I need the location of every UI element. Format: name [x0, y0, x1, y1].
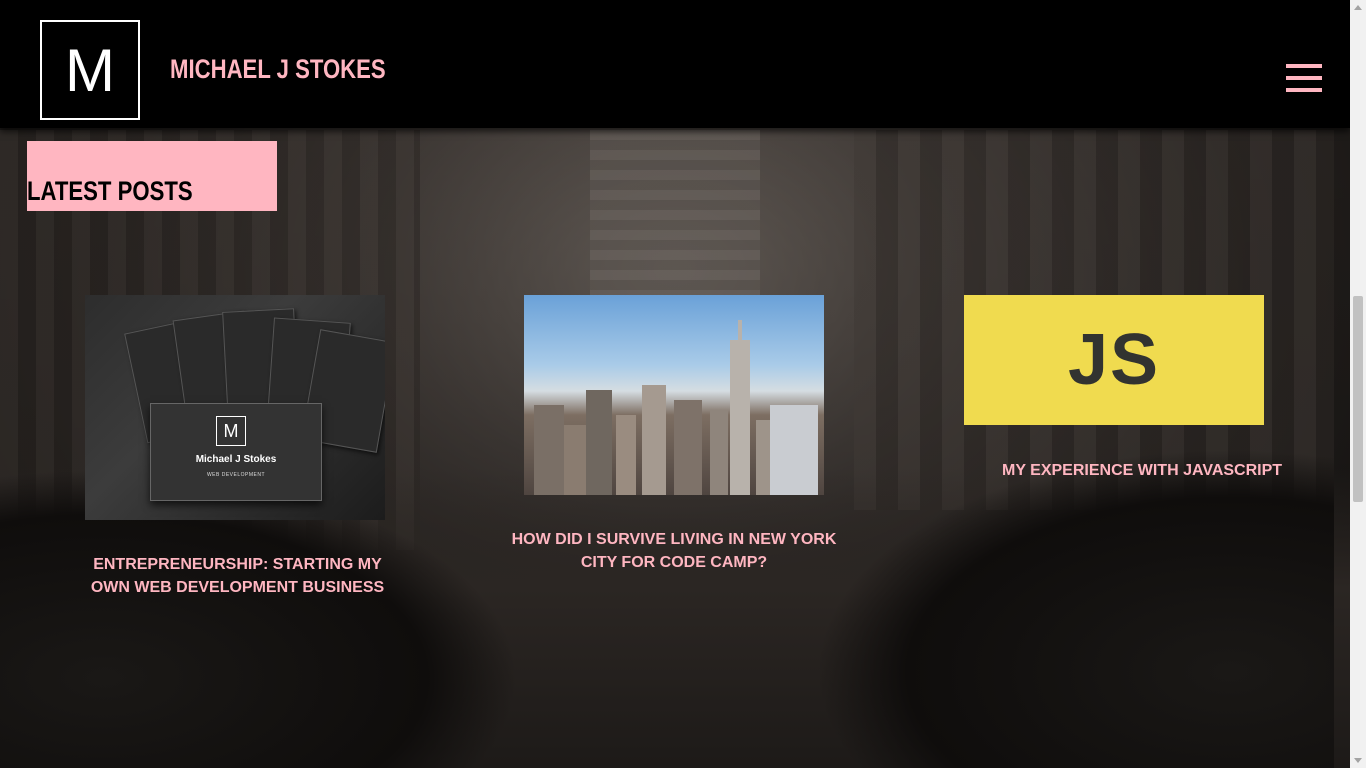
js-logo-text: JS	[1067, 320, 1161, 400]
skyline-building	[756, 420, 770, 495]
skyline-building	[564, 425, 586, 495]
skyline-spire	[738, 320, 742, 495]
skyline-building	[710, 410, 728, 495]
page: M MICHAEL J STOKES LATEST POSTS M Michae…	[0, 0, 1366, 768]
post-image-nyc-skyline[interactable]	[524, 295, 824, 495]
business-card-front: M Michael J Stokes WEB DEVELOPMENT	[150, 403, 322, 501]
skyline-building	[616, 415, 636, 495]
background-cars-right	[814, 448, 1334, 768]
skyline-building	[642, 385, 666, 495]
skyline-building	[534, 405, 564, 495]
menu-bar	[1286, 76, 1322, 80]
menu-bar	[1286, 64, 1322, 68]
scroll-up-arrow-icon[interactable]	[1354, 5, 1362, 10]
latest-posts-heading-box: LATEST POSTS	[27, 141, 277, 211]
skyline-building	[674, 400, 702, 495]
post-title-link[interactable]: ENTREPRENEURSHIP: STARTING MY OWN WEB DE…	[75, 553, 400, 599]
skyline-building	[770, 405, 818, 495]
page-scrollbar[interactable]	[1350, 0, 1366, 768]
latest-posts-heading: LATEST POSTS	[27, 176, 193, 206]
menu-bar	[1286, 88, 1322, 92]
card-logo: M	[216, 416, 246, 446]
site-header: M MICHAEL J STOKES	[0, 0, 1350, 128]
hamburger-menu-icon[interactable]	[1286, 64, 1322, 92]
card-subtitle: WEB DEVELOPMENT	[206, 472, 266, 478]
card-name: Michael J Stokes	[195, 454, 277, 465]
post-image-javascript-logo[interactable]: JS	[964, 295, 1264, 425]
post-title-link[interactable]: HOW DID I SURVIVE LIVING IN NEW YORK CIT…	[502, 528, 846, 574]
post-title-link[interactable]: MY EXPERIENCE WITH JAVASCRIPT	[964, 459, 1289, 482]
post-image-business-cards[interactable]: M Michael J Stokes WEB DEVELOPMENT	[85, 295, 385, 520]
scroll-thumb[interactable]	[1353, 296, 1363, 502]
skyline-building	[586, 390, 612, 495]
site-logo[interactable]: M	[40, 20, 140, 120]
site-title-link[interactable]: MICHAEL J STOKES	[170, 54, 386, 85]
scroll-down-arrow-icon[interactable]	[1354, 758, 1362, 763]
